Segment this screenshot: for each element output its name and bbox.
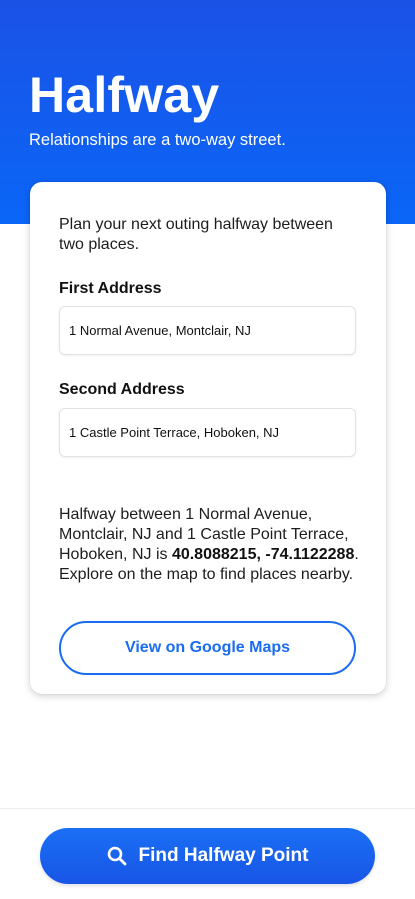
find-halfway-point-button[interactable]: Find Halfway Point (40, 828, 375, 884)
bottom-action-bar: Find Halfway Point (0, 808, 415, 899)
first-address-label: First Address (59, 280, 162, 297)
first-address-input[interactable] (59, 306, 356, 355)
app-title: Halfway (29, 67, 220, 123)
app-tagline: Relationships are a two-way street. (29, 131, 286, 149)
second-address-input[interactable] (59, 408, 356, 457)
second-address-label: Second Address (59, 381, 185, 398)
intro-text: Plan your next outing halfway between tw… (59, 216, 333, 253)
search-icon (107, 846, 127, 866)
result-coordinates: 40.8088215, -74.1122288 (171, 546, 355, 563)
planner-card: Plan your next outing halfway between tw… (30, 182, 386, 694)
view-on-google-maps-button[interactable]: View on Google Maps (59, 621, 356, 675)
find-button-label: Find Halfway Point (138, 845, 309, 866)
result-text: Halfway between 1 Normal Avenue, Montcla… (59, 505, 359, 585)
